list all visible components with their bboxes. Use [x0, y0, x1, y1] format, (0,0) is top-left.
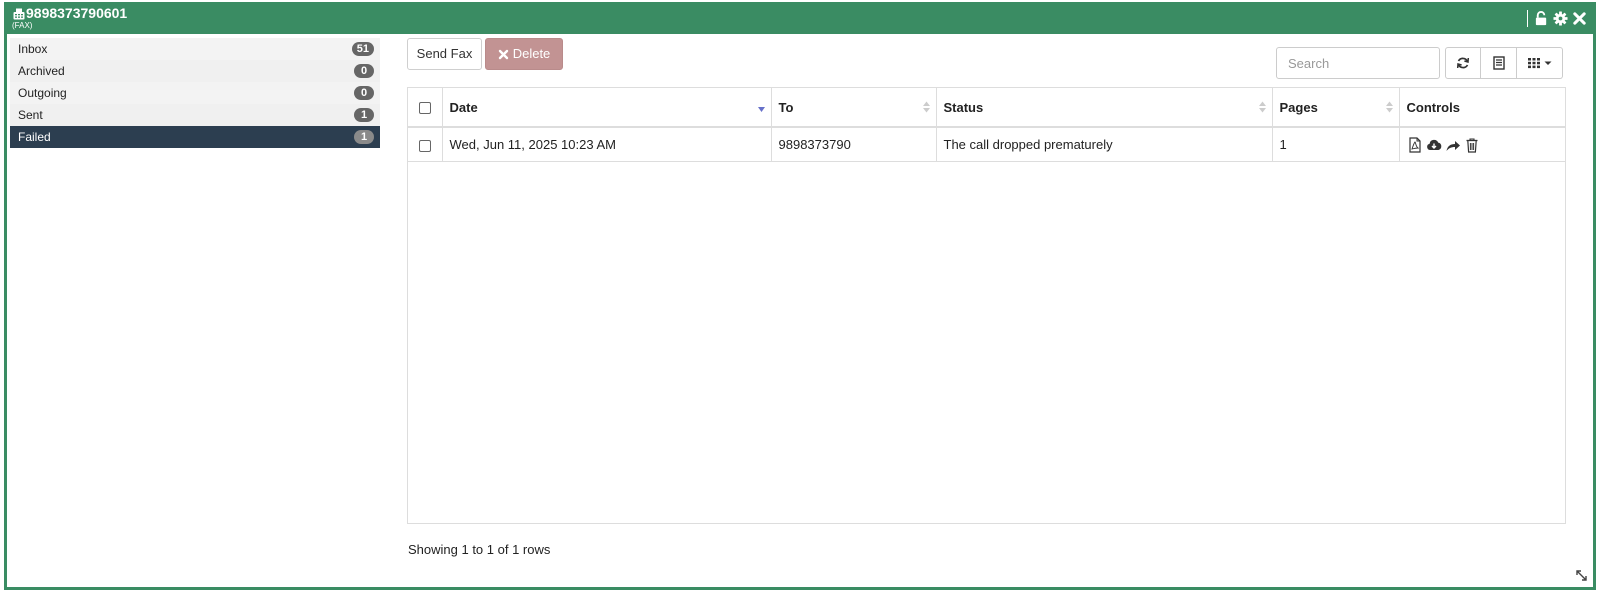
list-view-icon: [1492, 56, 1505, 70]
window-subtitle: (FAX): [12, 21, 33, 30]
date-cell: Wed, Jun 11, 2025 10:23 AM: [442, 127, 772, 162]
folder-label: Archived: [18, 64, 65, 78]
sort-desc-icon: [757, 107, 765, 112]
delete-button-label: Delete: [512, 46, 551, 61]
fax-icon: [13, 8, 25, 20]
folder-sent[interactable]: Sent 1: [10, 104, 380, 126]
column-label: Pages: [1279, 99, 1318, 115]
sort-both-icon: [922, 101, 930, 113]
column-header-controls: Controls: [1399, 88, 1565, 128]
pdf-icon[interactable]: [1407, 136, 1423, 153]
folder-inbox[interactable]: Inbox 51: [10, 38, 380, 60]
folder-label: Failed: [18, 130, 51, 144]
unlock-icon[interactable]: [1534, 11, 1549, 26]
column-header-status[interactable]: Status: [936, 88, 1273, 128]
folder-label: Inbox: [18, 42, 48, 56]
column-label: Status: [943, 99, 984, 115]
fax-table: Date To Status Pages Controls Wed, Jun 1…: [407, 87, 1566, 524]
resize-handle-icon[interactable]: [1576, 570, 1587, 581]
folder-count-badge: 0: [354, 86, 374, 100]
to-cell: 9898373790: [771, 127, 937, 162]
columns-dropdown-button[interactable]: [1517, 47, 1563, 79]
pagination-info: Showing 1 to 1 of 1 rows: [408, 542, 551, 557]
folder-count-badge: 51: [351, 42, 374, 56]
folder-label: Outgoing: [18, 86, 67, 100]
refresh-button[interactable]: [1445, 47, 1481, 79]
window-title: 9898373790601: [26, 5, 128, 21]
trash-icon[interactable]: [1464, 137, 1480, 153]
sort-both-icon: [1385, 101, 1393, 113]
close-icon[interactable]: [1572, 11, 1587, 26]
folder-archived[interactable]: Archived 0: [10, 60, 380, 82]
delete-button[interactable]: Delete: [485, 38, 563, 70]
forward-icon[interactable]: [1445, 137, 1461, 153]
send-fax-button[interactable]: Send Fax: [407, 38, 482, 70]
row-select-cell: [408, 127, 443, 162]
column-header-to[interactable]: To: [771, 88, 937, 128]
caret-down-icon: [1544, 61, 1552, 65]
title-divider: [1527, 10, 1528, 27]
select-all-checkbox[interactable]: [419, 102, 431, 115]
folder-count-badge: 0: [354, 64, 374, 78]
table-tools: [1445, 47, 1563, 79]
sort-both-icon: [1258, 101, 1266, 113]
refresh-icon: [1456, 57, 1470, 69]
folder-failed[interactable]: Failed 1: [10, 126, 380, 148]
x-icon: [498, 49, 508, 59]
folder-count-badge: 1: [354, 130, 374, 144]
folder-sidebar: Inbox 51 Archived 0 Outgoing 0 Sent 1 Fa…: [10, 38, 380, 148]
pages-cell: 1: [1272, 127, 1400, 162]
window-titlebar[interactable]: 9898373790601 (FAX): [7, 5, 1593, 34]
cloud-download-icon[interactable]: [1426, 137, 1442, 153]
table-header-row: Date To Status Pages Controls: [408, 88, 1565, 128]
window-controls: [1527, 10, 1587, 27]
folder-count-badge: 1: [354, 108, 374, 122]
column-header-date[interactable]: Date: [442, 88, 772, 128]
column-header-pages[interactable]: Pages: [1272, 88, 1400, 128]
column-label: Date: [449, 99, 478, 115]
column-label: Controls: [1406, 99, 1460, 115]
status-cell: The call dropped prematurely: [936, 127, 1273, 162]
column-label: To: [778, 99, 794, 115]
columns-icon: [1528, 58, 1540, 69]
controls-cell: [1399, 127, 1565, 162]
fax-window: 9898373790601 (FAX) Inbox 51 Archived 0 …: [4, 2, 1596, 590]
folder-label: Sent: [18, 108, 43, 122]
select-all-header: [408, 88, 443, 128]
table-row[interactable]: Wed, Jun 11, 2025 10:23 AM 9898373790 Th…: [408, 127, 1565, 162]
row-checkbox[interactable]: [419, 139, 431, 152]
folder-outgoing[interactable]: Outgoing 0: [10, 82, 380, 104]
gear-icon[interactable]: [1553, 11, 1568, 26]
toggle-view-button[interactable]: [1481, 47, 1517, 79]
search-input[interactable]: [1276, 47, 1440, 79]
